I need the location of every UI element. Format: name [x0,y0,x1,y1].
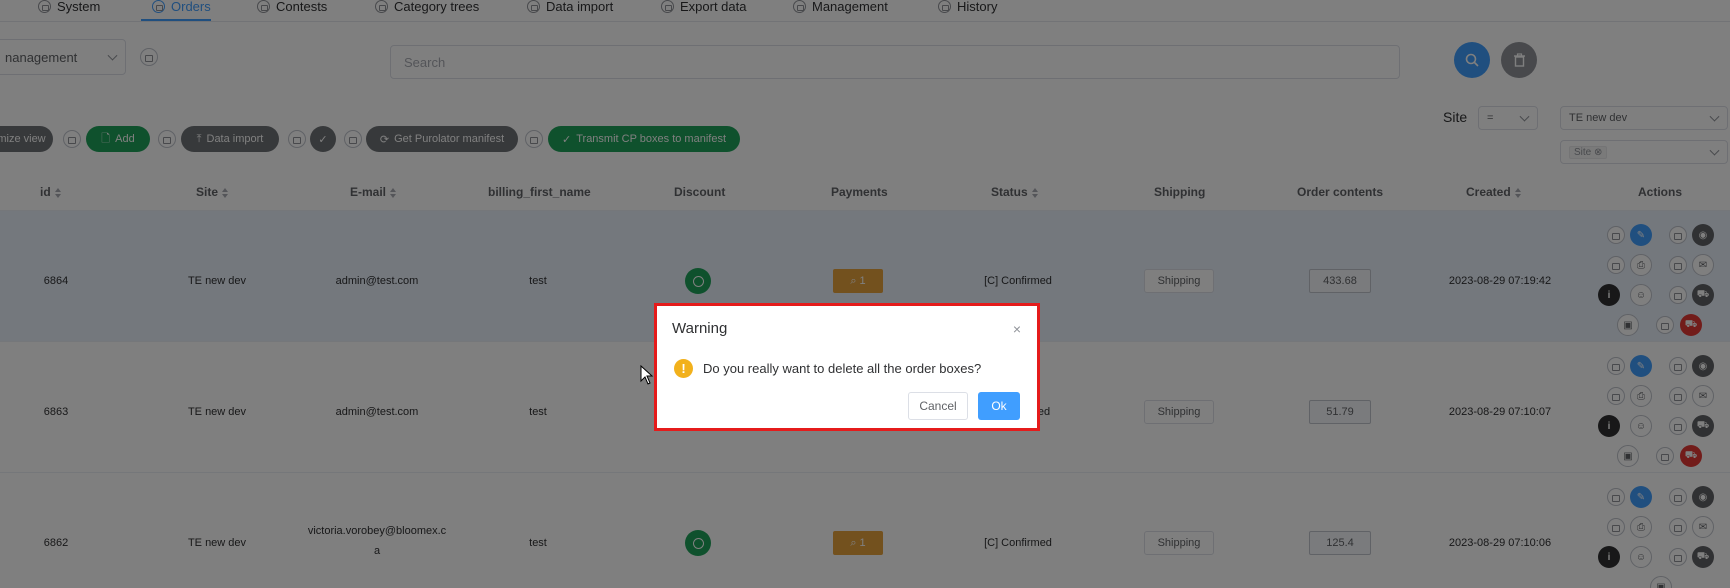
close-icon[interactable]: × [1013,321,1021,337]
warning-dialog: Warning × ! Do you really want to delete… [654,303,1040,431]
warning-icon: ! [674,359,693,378]
cancel-label: Cancel [919,399,957,413]
cancel-button[interactable]: Cancel [908,392,968,420]
dialog-message: Do you really want to delete all the ord… [703,361,982,376]
mouse-cursor-icon [640,365,654,385]
ok-label: Ok [991,399,1007,413]
dialog-title: Warning [672,320,728,337]
modal-overlay[interactable] [0,0,1730,588]
ok-button[interactable]: Ok [978,392,1020,420]
